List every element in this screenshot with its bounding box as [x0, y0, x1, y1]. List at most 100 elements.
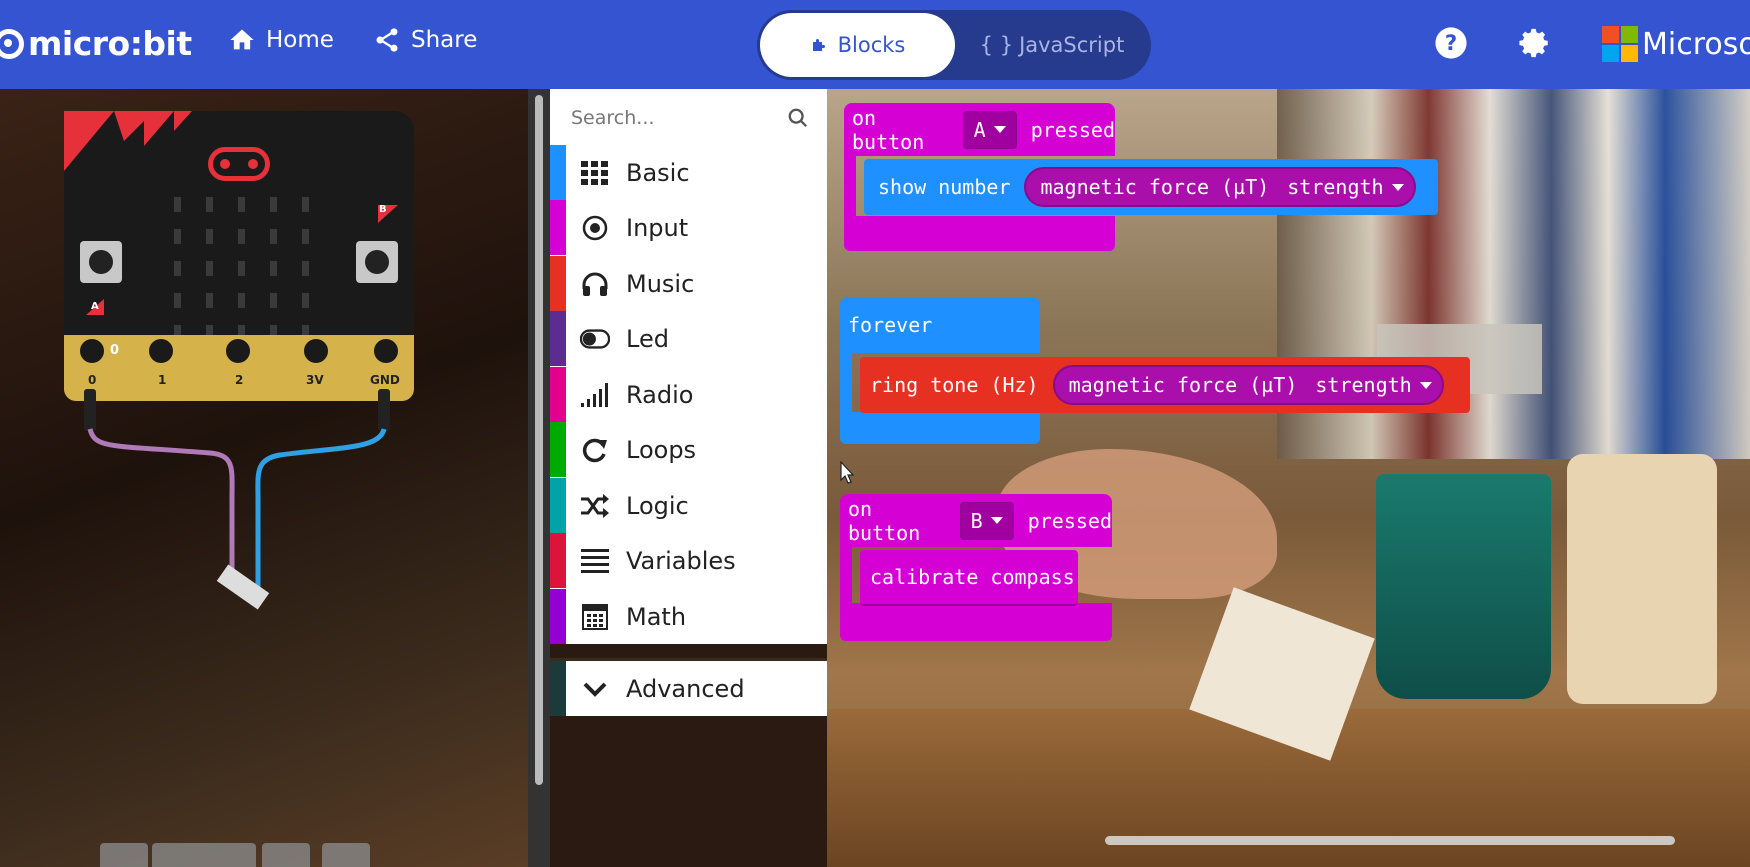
category-music[interactable]: Music	[550, 256, 827, 311]
category-math[interactable]: Math	[550, 589, 827, 644]
on-button-b-block[interactable]: on button B pressed	[840, 494, 1112, 547]
javascript-label: JavaScript	[1019, 33, 1125, 57]
caret-down-icon	[1419, 381, 1432, 389]
category-color-bar	[550, 533, 566, 588]
grid-icon	[580, 160, 610, 185]
ring-tone-block[interactable]: ring tone (Hz) magnetic force (µT) stren…	[860, 357, 1470, 413]
category-label: Input	[626, 213, 689, 242]
toolbox-search[interactable]: Search...	[550, 89, 827, 147]
loop-icon	[580, 437, 610, 463]
dropdown-value: A	[973, 117, 986, 142]
stop-button[interactable]	[100, 843, 148, 867]
share-label: Share	[411, 27, 478, 53]
blocks-label: Blocks	[837, 33, 906, 57]
puzzle-icon	[812, 39, 825, 51]
microbit-logo[interactable]: micro:bit	[0, 24, 192, 63]
dropdown-value: B	[970, 508, 983, 533]
home-label: Home	[266, 27, 334, 53]
reporter-text: magnetic force (µT)	[1068, 373, 1298, 397]
gear-icon[interactable]	[1518, 26, 1552, 60]
block-c-foot	[844, 216, 1115, 251]
target-icon	[580, 215, 610, 241]
category-input[interactable]: Input	[550, 200, 827, 255]
category-color-bar	[550, 422, 566, 477]
category-color-bar	[550, 661, 566, 716]
category-label: Variables	[626, 546, 736, 575]
advanced-label: Advanced	[626, 674, 745, 703]
search-icon	[788, 108, 808, 127]
search-input[interactable]: Search...	[571, 107, 654, 129]
top-menu-bar: micro:bit Home Share Blocks { } JavaScri…	[0, 0, 1750, 89]
microsoft-label: Microsoft	[1642, 26, 1750, 62]
block-c-arm	[840, 353, 852, 413]
caret-down-icon	[1391, 183, 1404, 191]
green-cup	[1376, 474, 1551, 699]
dropdown-value: strength	[1315, 373, 1412, 397]
editor-toggle: Blocks { } JavaScript	[757, 10, 1151, 80]
axis-dropdown[interactable]: strength	[1287, 175, 1404, 199]
calibrate-compass-block[interactable]: calibrate compass	[860, 550, 1078, 606]
category-radio[interactable]: Radio	[550, 367, 827, 422]
microbit-case	[1567, 454, 1717, 704]
magnetic-force-reporter[interactable]: magnetic force (µT) strength	[1024, 167, 1416, 207]
javascript-tab[interactable]: { } JavaScript	[957, 13, 1147, 77]
category-label: Radio	[626, 380, 694, 409]
toggle-icon	[580, 328, 610, 349]
blocks-workspace[interactable]: on button A pressed show number magnetic…	[827, 89, 1750, 867]
axis-dropdown[interactable]: strength	[1315, 373, 1432, 397]
category-basic[interactable]: Basic	[550, 145, 827, 200]
button-a-dropdown[interactable]: A	[962, 110, 1017, 149]
forever-block[interactable]: forever	[840, 297, 1040, 353]
code-braces-icon: { }	[979, 33, 1014, 57]
category-loops[interactable]: Loops	[550, 422, 827, 477]
block-c-foot	[840, 412, 1040, 444]
show-number-block[interactable]: show number magnetic force (µT) strength	[864, 159, 1438, 215]
advanced-toggle[interactable]: Advanced	[550, 658, 827, 716]
category-logic[interactable]: Logic	[550, 478, 827, 533]
fullscreen-button[interactable]	[322, 843, 370, 867]
reporter-text: magnetic force (µT)	[1040, 175, 1270, 199]
home-button[interactable]: Home	[228, 26, 334, 54]
headphones-icon	[580, 271, 610, 297]
category-label: Music	[626, 269, 695, 298]
logo-text: micro:bit	[28, 24, 192, 63]
lines-icon	[580, 548, 610, 573]
category-led[interactable]: Led	[550, 311, 827, 366]
category-color-bar	[550, 478, 566, 533]
category-label: Loops	[626, 435, 697, 464]
block-c-arm	[840, 547, 852, 603]
block-text: calibrate compass	[870, 565, 1075, 589]
block-text: on button	[852, 105, 925, 154]
blocks-tab[interactable]: Blocks	[760, 13, 955, 77]
category-color-bar	[550, 145, 566, 200]
category-label: Led	[626, 324, 669, 353]
category-label: Logic	[626, 491, 689, 520]
help-icon[interactable]: ?	[1434, 26, 1468, 60]
share-button[interactable]: Share	[373, 26, 477, 54]
microsoft-logo	[1602, 26, 1638, 62]
category-color-bar	[550, 311, 566, 366]
on-button-a-block[interactable]: on button A pressed	[844, 103, 1115, 156]
block-text: show number	[878, 175, 1011, 199]
caret-down-icon	[990, 517, 1003, 524]
mute-button[interactable]	[262, 843, 310, 867]
category-color-bar	[550, 256, 566, 311]
workspace-horizontal-scrollbar[interactable]	[1105, 836, 1675, 845]
shuffle-icon	[580, 493, 610, 518]
block-c-arm	[844, 156, 856, 216]
category-label: Basic	[626, 158, 690, 187]
dropdown-value: strength	[1287, 175, 1384, 199]
category-variables[interactable]: Variables	[550, 533, 827, 588]
toolbox-scrollbar[interactable]	[535, 95, 543, 785]
restart-slowmo-buttons[interactable]	[152, 843, 256, 867]
block-text: on button	[848, 496, 921, 545]
microsoft-link[interactable]: Microsoft	[1602, 26, 1750, 62]
microbit-logo-icon	[0, 28, 24, 59]
block-text: forever	[848, 313, 933, 337]
block-c-foot	[840, 603, 1112, 641]
home-icon	[230, 29, 254, 50]
block-text: pressed	[1030, 117, 1115, 142]
button-b-dropdown[interactable]: B	[959, 501, 1014, 540]
mouse-cursor-icon	[840, 461, 855, 484]
magnetic-force-reporter[interactable]: magnetic force (µT) strength	[1052, 365, 1444, 405]
